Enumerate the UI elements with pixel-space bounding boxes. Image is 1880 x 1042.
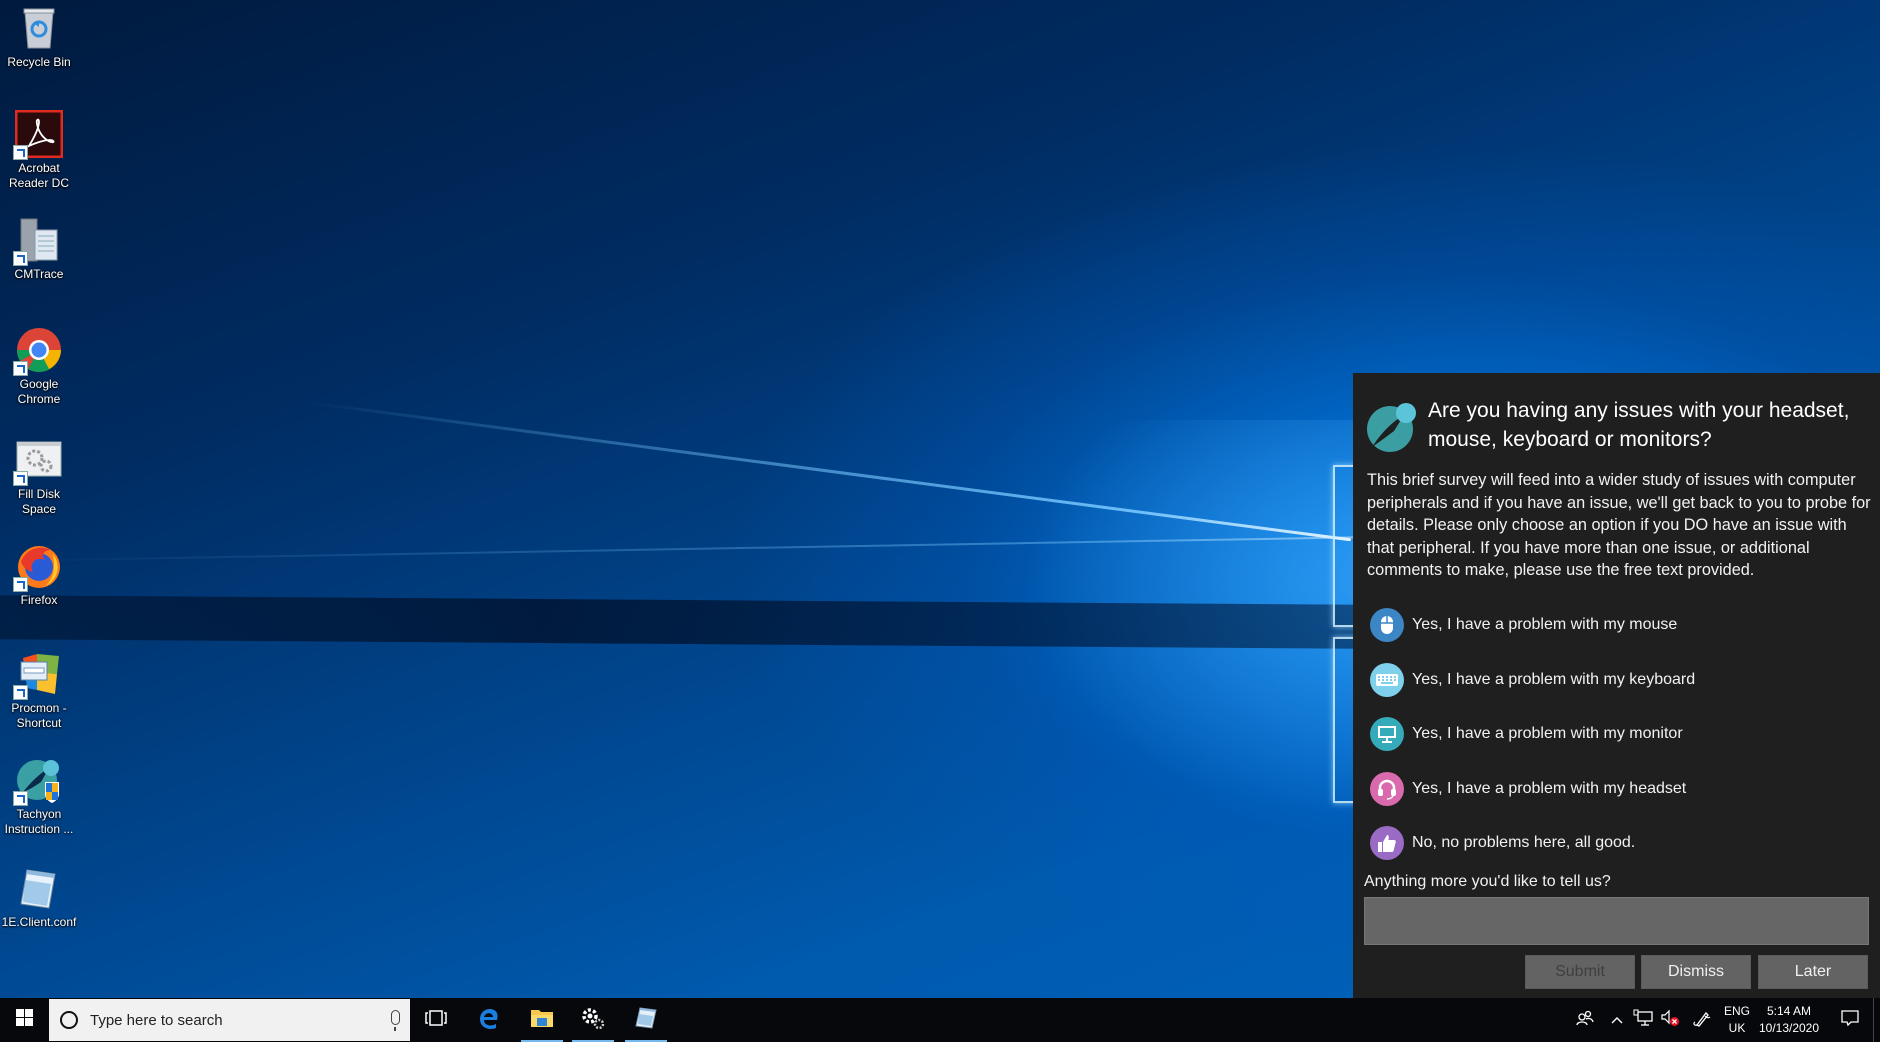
thumbs-up-icon <box>1370 826 1404 861</box>
desktop-icon-1e-client-conf[interactable]: 1E.Client.conf <box>0 864 78 930</box>
shortcut-arrow-icon <box>13 361 28 376</box>
desktop-icon-recycle-bin[interactable]: Recycle Bin <box>0 4 78 70</box>
volume-button[interactable] <box>1658 998 1682 1042</box>
mouse-icon <box>1370 608 1404 643</box>
taskbar-search-box[interactable]: Type here to search <box>49 999 410 1041</box>
option-label: No, no problems here, all good. <box>1412 834 1636 852</box>
desktop-icon-tachyon-instruction[interactable]: Tachyon Instruction ... <box>0 756 78 837</box>
pen-icon <box>1691 1009 1711 1032</box>
gears-window-icon <box>13 436 63 486</box>
desktop-icon-label: Fill Disk Space <box>18 487 60 516</box>
show-desktop-button[interactable] <box>1873 998 1880 1042</box>
folder-icon <box>530 1007 554 1034</box>
option-keyboard-problem[interactable]: Yes, I have a problem with my keyboard <box>1370 653 1870 708</box>
taskbar-notepad[interactable] <box>621 998 671 1042</box>
shortcut-arrow-icon <box>13 251 28 266</box>
monitor-icon <box>1370 717 1404 752</box>
task-view-icon <box>425 1009 447 1031</box>
clock-button[interactable]: 5:14 AM 10/13/2020 <box>1756 998 1822 1042</box>
desktop-icon-label: Google Chrome <box>17 377 61 406</box>
desktop-icon-label: CMTrace <box>14 267 64 281</box>
network-button[interactable] <box>1630 998 1656 1042</box>
headset-icon <box>1370 771 1404 806</box>
shortcut-arrow-icon <box>13 791 28 806</box>
desktop-icon-fill-disk-space[interactable]: Fill Disk Space <box>0 436 78 517</box>
desktop-icon-google-chrome[interactable]: Google Chrome <box>0 326 78 407</box>
taskbar-file-explorer[interactable] <box>517 998 567 1042</box>
firefox-icon <box>13 542 63 592</box>
pen-workspace-button[interactable] <box>1686 998 1716 1042</box>
microphone-icon[interactable] <box>391 1010 400 1031</box>
cortana-circle-icon <box>60 1011 78 1029</box>
chrome-icon <box>13 326 63 376</box>
language-region: UK <box>1728 1021 1746 1035</box>
desktop-icon-label: Procmon - Shortcut <box>11 701 67 730</box>
procmon-icon <box>13 650 63 700</box>
desktop-icon-label: Recycle Bin <box>7 55 71 69</box>
people-button[interactable] <box>1570 998 1600 1042</box>
people-icon <box>1576 1010 1594 1031</box>
clock-time: 5:14 AM <box>1766 1004 1812 1018</box>
acrobat-icon <box>13 109 64 160</box>
option-monitor-problem[interactable]: Yes, I have a problem with my monitor <box>1370 707 1870 762</box>
wallpaper-shadow-band <box>0 595 1361 649</box>
comments-label: Anything more you'd like to tell us? <box>1364 873 1611 890</box>
desktop-icon-label: 1E.Client.conf <box>1 915 77 929</box>
option-mouse-problem[interactable]: Yes, I have a problem with my mouse <box>1370 598 1870 653</box>
desktop-icon-label: Acrobat Reader DC <box>8 161 70 190</box>
survey-description: This brief survey will feed into a wider… <box>1367 471 1871 579</box>
recycle-bin-icon <box>15 4 63 52</box>
desktop-icon-acrobat-reader[interactable]: Acrobat Reader DC <box>0 109 78 191</box>
comments-input[interactable] <box>1364 897 1869 945</box>
option-headset-problem[interactable]: Yes, I have a problem with my headset <box>1370 762 1870 817</box>
peripheral-survey-notification: Are you having any issues with your head… <box>1353 373 1880 998</box>
desktop-icon-label: Tachyon Instruction ... <box>4 807 74 836</box>
notification-speech-bubble-icon <box>1841 1009 1859 1032</box>
dismiss-button[interactable]: Dismiss <box>1641 955 1751 989</box>
windows-logo-icon <box>15 1009 33 1031</box>
option-label: Yes, I have a problem with my keyboard <box>1412 670 1696 688</box>
desktop-icon-firefox[interactable]: Firefox <box>0 542 78 608</box>
later-button[interactable]: Later <box>1758 955 1868 989</box>
volume-muted-icon <box>1660 1009 1680 1032</box>
desktop-icon-cmtrace[interactable]: CMTrace <box>0 216 78 282</box>
desktop-icon-label: Firefox <box>20 593 58 607</box>
clock-date: 10/13/2020 <box>1758 1021 1820 1035</box>
shortcut-arrow-icon <box>13 471 28 486</box>
task-view-button[interactable] <box>411 998 461 1042</box>
shortcut-arrow-icon <box>13 577 28 592</box>
cmtrace-icon <box>13 216 63 266</box>
submit-button[interactable]: Submit <box>1525 955 1635 989</box>
start-button[interactable] <box>0 998 48 1042</box>
taskbar: Type here to search ENG UK 5:14 AM 10/13… <box>0 998 1880 1042</box>
network-wired-icon <box>1633 1009 1653 1032</box>
action-center-button[interactable] <box>1830 998 1870 1042</box>
option-label: Yes, I have a problem with my monitor <box>1412 725 1683 743</box>
edge-icon <box>477 1006 501 1035</box>
shortcut-arrow-icon <box>13 685 28 700</box>
shortcut-arrow-icon <box>13 145 28 160</box>
notepad-icon <box>15 864 63 912</box>
survey-options: Yes, I have a problem with my mouse Yes,… <box>1370 598 1870 871</box>
notepad-icon <box>634 1006 658 1035</box>
search-placeholder: Type here to search <box>90 1011 223 1029</box>
tachyon-logo-icon <box>1366 401 1418 453</box>
desktop-icon-procmon[interactable]: Procmon - Shortcut <box>0 650 78 731</box>
option-label: Yes, I have a problem with my mouse <box>1412 616 1678 634</box>
tachyon-icon <box>13 756 63 806</box>
option-no-problems[interactable]: No, no problems here, all good. <box>1370 816 1870 871</box>
keyboard-icon <box>1370 662 1404 697</box>
survey-title: Are you having any issues with your head… <box>1428 399 1850 451</box>
option-label: Yes, I have a problem with my headset <box>1412 779 1687 797</box>
input-language-button[interactable]: ENG UK <box>1720 998 1754 1042</box>
taskbar-settings[interactable] <box>568 998 618 1042</box>
taskbar-edge[interactable] <box>464 998 514 1042</box>
language-code: ENG <box>1723 1004 1750 1018</box>
chevron-up-icon <box>1611 1011 1623 1029</box>
gears-icon <box>580 1006 606 1035</box>
show-hidden-icons-button[interactable] <box>1606 998 1628 1042</box>
